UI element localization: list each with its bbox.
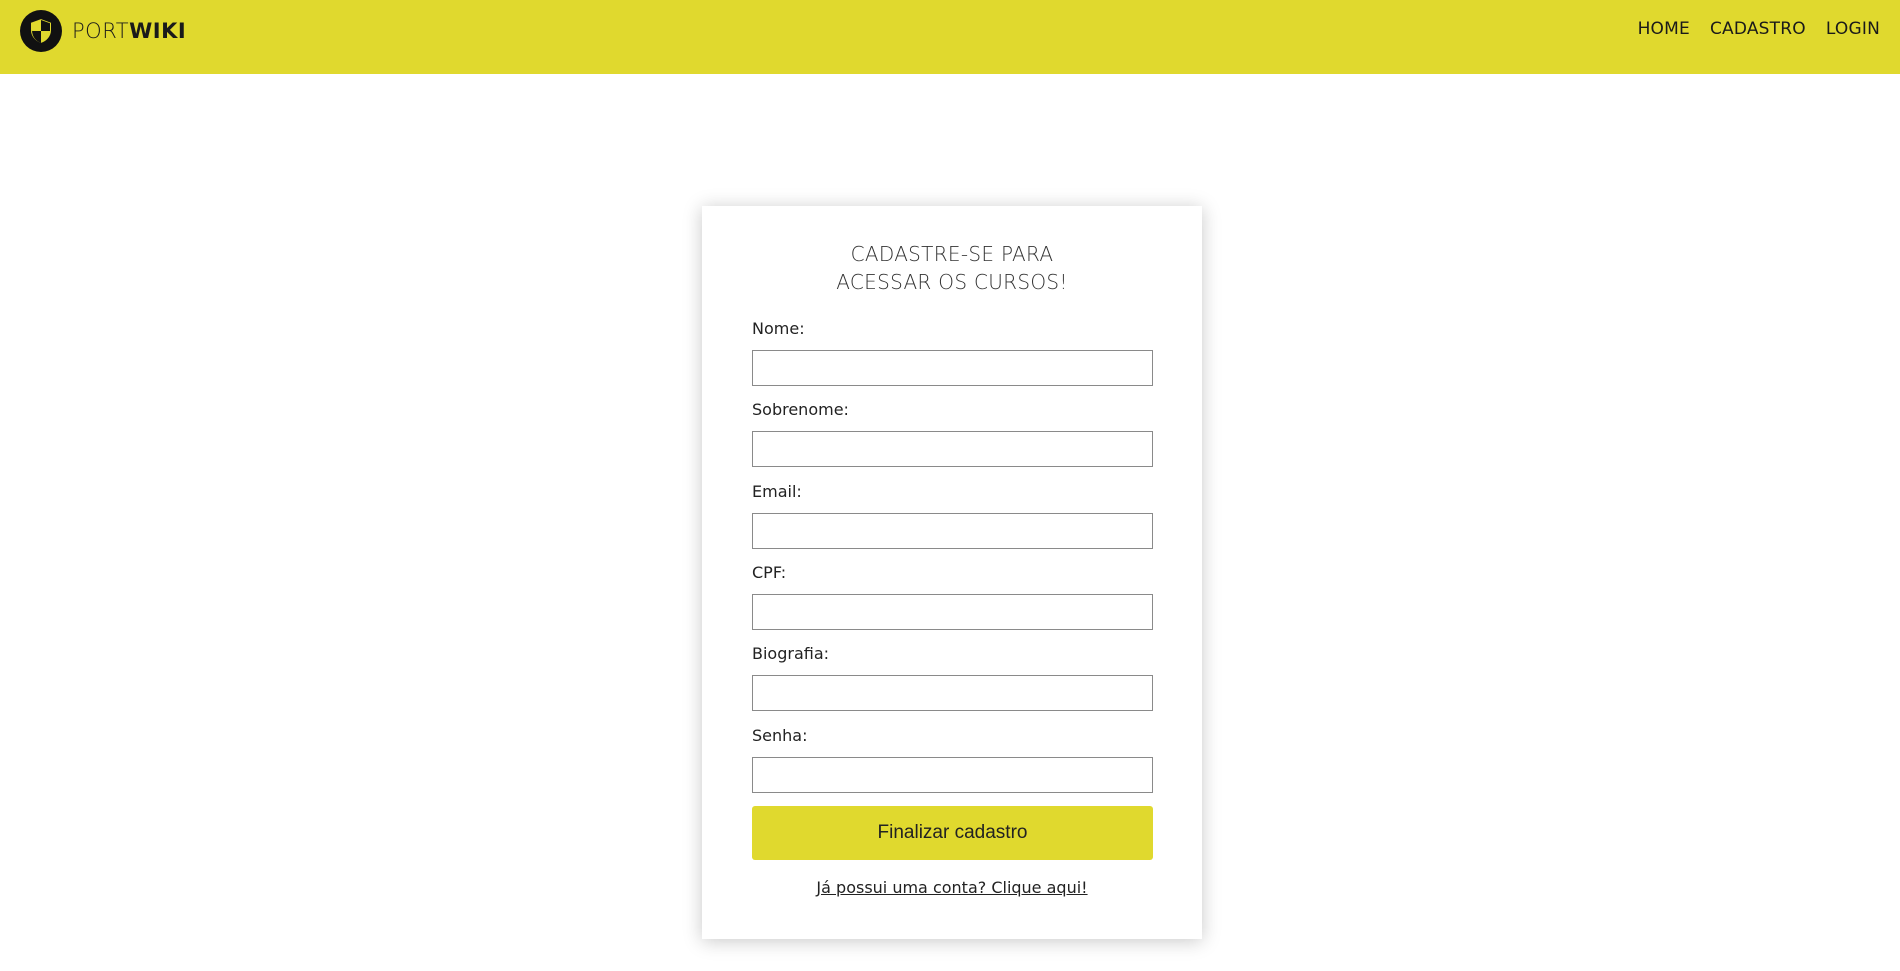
email-input[interactable] (752, 513, 1153, 549)
finalizar-cadastro-button[interactable]: Finalizar cadastro (752, 806, 1153, 860)
brand-name-bold: WIKI (129, 19, 187, 43)
biografia-label: Biografia: (752, 644, 830, 663)
nav-cadastro-link[interactable]: CADASTRO (1710, 19, 1806, 39)
nome-label: Nome: (752, 319, 805, 338)
signup-title-line2: ACESSAR OS CURSOS! (836, 270, 1068, 294)
cpf-label: CPF: (752, 563, 787, 582)
cpf-input[interactable] (752, 594, 1153, 630)
shield-icon (20, 10, 62, 52)
signup-card: CADASTRE-SE PARA ACESSAR OS CURSOS! Nome… (702, 206, 1202, 939)
nav-login-link[interactable]: LOGIN (1826, 19, 1880, 39)
brand-name-light: PORT (72, 19, 130, 43)
signup-title: CADASTRE-SE PARA ACESSAR OS CURSOS! (702, 240, 1202, 296)
sobrenome-label: Sobrenome: (752, 400, 849, 419)
sobrenome-input[interactable] (752, 431, 1153, 467)
email-label: Email: (752, 482, 802, 501)
brand-name: PORTWIKI (72, 19, 186, 43)
nome-input[interactable] (752, 350, 1153, 386)
biografia-input[interactable] (752, 675, 1153, 711)
nav-links: HOME CADASTRO LOGIN (1638, 19, 1880, 39)
brand[interactable]: PORTWIKI (20, 10, 186, 52)
top-navbar: PORTWIKI HOME CADASTRO LOGIN (0, 0, 1900, 74)
nav-home-link[interactable]: HOME (1638, 19, 1690, 39)
senha-input[interactable] (752, 757, 1153, 793)
signup-title-line1: CADASTRE-SE PARA (850, 242, 1054, 266)
login-link[interactable]: Já possui uma conta? Clique aqui! (702, 878, 1202, 897)
senha-label: Senha: (752, 726, 808, 745)
